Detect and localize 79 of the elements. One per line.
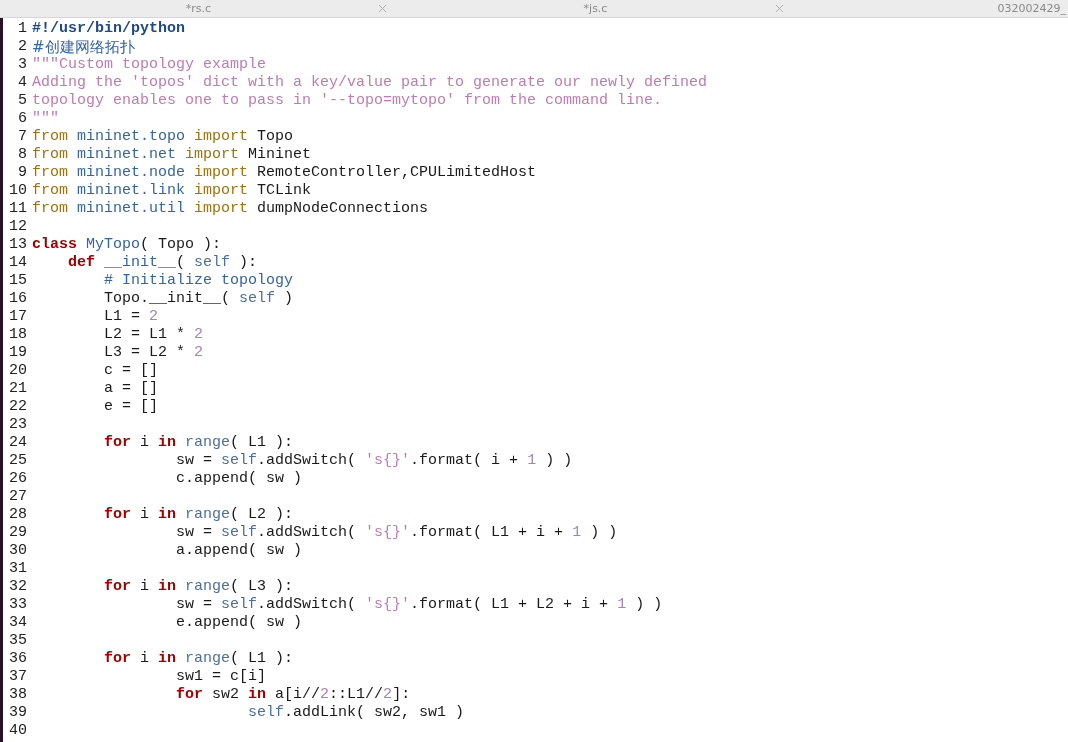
line-number: 28 xyxy=(8,506,28,524)
code-line: """Custom topology example xyxy=(32,56,267,74)
file-tab[interactable]: *rs.c xyxy=(0,0,397,17)
line-number: 22 xyxy=(8,398,28,416)
code-line: a = [] xyxy=(103,380,159,398)
code-line: L1 = 2 xyxy=(103,308,159,326)
line-number: 31 xyxy=(8,560,28,578)
code-line: c = [] xyxy=(103,362,159,380)
code-line: for i in range( L3 ): xyxy=(103,578,294,596)
code-line: a.append( sw ) xyxy=(175,542,303,560)
line-number: 26 xyxy=(8,470,28,488)
line-number: 24 xyxy=(8,434,28,452)
line-number: 16 xyxy=(8,290,28,308)
line-number: 19 xyxy=(8,344,28,362)
line-number: 39 xyxy=(8,704,28,722)
code-line: """ xyxy=(32,110,59,128)
code-line: e = [] xyxy=(103,398,159,416)
line-number: 36 xyxy=(8,650,28,668)
code-line: from mininet.net import Mininet xyxy=(32,146,312,164)
line-number: 35 xyxy=(8,632,28,650)
line-number: 4 xyxy=(17,74,28,92)
line-number: 8 xyxy=(17,146,28,164)
line-number: 23 xyxy=(8,416,28,434)
line-number: 33 xyxy=(8,596,28,614)
line-number: 29 xyxy=(8,524,28,542)
line-number: 40 xyxy=(8,722,28,740)
code-line: sw1 = c[i] xyxy=(175,668,267,686)
line-number: 25 xyxy=(8,452,28,470)
line-number: 5 xyxy=(17,92,28,110)
line-number: 17 xyxy=(8,308,28,326)
code-line: for i in range( L1 ): xyxy=(103,434,294,452)
code-line: from mininet.util import dumpNodeConnections xyxy=(32,200,429,218)
file-tab[interactable]: *js.c xyxy=(397,0,794,17)
line-number: 13 xyxy=(8,236,28,254)
line-number: 10 xyxy=(8,182,28,200)
line-number: 34 xyxy=(8,614,28,632)
code-line: class MyTopo( Topo ): xyxy=(32,236,222,254)
line-number: 7 xyxy=(17,128,28,146)
code-line: from mininet.link import TCLink xyxy=(32,182,312,200)
code-line: # Initialize topology xyxy=(103,272,294,290)
code-line: Adding the 'topos' dict with a key/value pair to generate our newly defined xyxy=(32,74,708,92)
code-line: topology enables one to pass in '--topo=mytopo' from the command line. xyxy=(32,92,663,110)
line-number: 2 xyxy=(17,38,28,56)
code-line: for i in range( L2 ): xyxy=(103,506,294,524)
line-number: 21 xyxy=(8,380,28,398)
line-number: 37 xyxy=(8,668,28,686)
line-number: 1 xyxy=(17,20,28,38)
line-number: 18 xyxy=(8,326,28,344)
code-line: from mininet.topo import Topo xyxy=(32,128,294,146)
line-number: 30 xyxy=(8,542,28,560)
code-line: #!/usr/bin/python xyxy=(32,20,186,38)
code-line: self.addLink( sw2, sw1 ) xyxy=(247,704,465,722)
file-tab[interactable]: 032002429_ xyxy=(794,0,1068,17)
line-number: 15 xyxy=(8,272,28,290)
code-line: sw = self.addSwitch( 's{}'.format( i + 1 ) ) xyxy=(175,452,573,470)
code-line: sw = self.addSwitch( 's{}'.format( L1 + i + 1 ) ) xyxy=(175,524,618,542)
code-line: for i in range( L1 ): xyxy=(103,650,294,668)
line-number: 14 xyxy=(8,254,28,272)
code-line: L3 = L2 * 2 xyxy=(103,344,204,362)
line-number: 3 xyxy=(17,56,28,74)
code-line: c.append( sw ) xyxy=(175,470,303,488)
line-number: 11 xyxy=(8,200,28,218)
line-number: 27 xyxy=(8,488,28,506)
close-icon[interactable] xyxy=(775,4,784,13)
code-line: Topo.__init__( self ) xyxy=(103,290,294,308)
code-line: #创建网络拓扑 xyxy=(32,38,135,56)
close-icon[interactable] xyxy=(378,4,387,13)
code-line: sw = self.addSwitch( 's{}'.format( L1 + L2 + i + 1 ) ) xyxy=(175,596,663,614)
code-line: for sw2 in a[i//2::L1//2]: xyxy=(175,686,411,704)
code-line: e.append( sw ) xyxy=(175,614,303,632)
line-number: 38 xyxy=(8,686,28,704)
code-line: L2 = L1 * 2 xyxy=(103,326,204,344)
line-number: 6 xyxy=(17,110,28,128)
line-number: 12 xyxy=(8,218,28,236)
code-line: from mininet.node import RemoteController,CPULimitedHost xyxy=(32,164,537,182)
line-number: 9 xyxy=(17,164,28,182)
line-number: 20 xyxy=(8,362,28,380)
line-number: 32 xyxy=(8,578,28,596)
code-line: def __init__( self ): xyxy=(67,254,258,272)
